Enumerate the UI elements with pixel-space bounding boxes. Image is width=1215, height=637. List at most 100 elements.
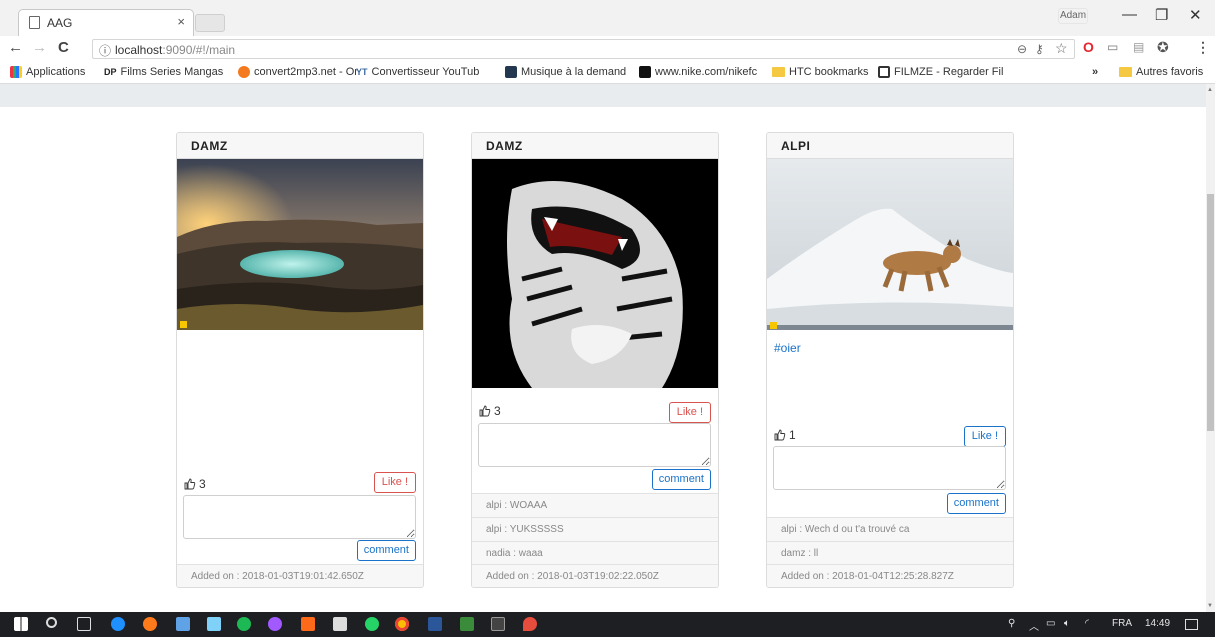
- maps-pin-icon[interactable]: [523, 617, 537, 631]
- chrome-icon[interactable]: [395, 617, 409, 631]
- like-count: 3: [184, 477, 206, 491]
- like-button[interactable]: Like !: [963, 426, 1006, 447]
- post-hashtag[interactable]: #oier: [774, 341, 801, 355]
- bookmark-htc[interactable]: HTC bookmarks: [772, 66, 868, 78]
- forward-icon[interactable]: →: [32, 39, 47, 56]
- bookmark-yt-converter[interactable]: YT Convertisseur YouTub: [356, 66, 479, 78]
- bookmark-applications[interactable]: Applications: [10, 66, 85, 78]
- lynx-snow-image: [767, 159, 1013, 330]
- word-icon[interactable]: [428, 617, 442, 631]
- volcano-crater-lake-image: [177, 159, 423, 330]
- page-header-strip: [0, 84, 1206, 107]
- tab-title: AAG: [47, 16, 73, 30]
- like-count: 1: [774, 428, 796, 442]
- film-icon: [878, 66, 890, 78]
- bookmark-other[interactable]: Autres favoris: [1119, 66, 1203, 78]
- scroll-up-icon[interactable]: ▲: [1207, 87, 1213, 93]
- file-explorer-icon[interactable]: [176, 617, 190, 631]
- comment-item: alpi : Wech d ou t'a trouvé ca: [767, 517, 1013, 541]
- star-icon[interactable]: ☆: [1055, 40, 1068, 57]
- people-icon[interactable]: ⚲: [1008, 618, 1015, 629]
- media-player-icon[interactable]: [301, 617, 315, 631]
- post-image: [767, 159, 1013, 330]
- bookmarks-bar: Applications DP Films Series Mangas conv…: [0, 62, 1215, 84]
- whatsapp-icon[interactable]: [365, 617, 379, 631]
- extension-gear-icon[interactable]: ✪: [1157, 39, 1169, 56]
- tab-close-icon[interactable]: ×: [177, 14, 185, 29]
- comment-input[interactable]: [478, 423, 711, 467]
- bookmark-music[interactable]: Musique à la demand: [505, 66, 626, 78]
- folder-icon: [772, 67, 785, 77]
- apps-grid-icon: [10, 66, 22, 78]
- firefox-icon[interactable]: [143, 617, 157, 631]
- reload-icon[interactable]: C: [58, 39, 69, 56]
- profile-button[interactable]: Adam: [1058, 8, 1088, 24]
- zoom-icon[interactable]: ⊖: [1017, 42, 1027, 56]
- app-icon[interactable]: [460, 617, 474, 631]
- bookmark-convert2mp3[interactable]: convert2mp3.net - Or: [238, 66, 358, 78]
- comment-input[interactable]: [773, 446, 1006, 490]
- minimize-icon[interactable]: —: [1122, 6, 1137, 23]
- thumbs-up-icon: [774, 429, 786, 441]
- url-text: localhost:9090/#!/main: [115, 43, 236, 57]
- store-icon[interactable]: [207, 617, 221, 631]
- extension-icon[interactable]: ▤: [1133, 40, 1144, 54]
- spotify-icon[interactable]: [237, 617, 251, 631]
- scrollbar-thumb[interactable]: [1207, 194, 1214, 431]
- comment-item: nadia : waaa: [472, 541, 718, 565]
- page-viewport: DAMZ 3 Like ! comment Added on: 2018-01…: [0, 84, 1206, 612]
- comment-button[interactable]: comment: [356, 540, 416, 561]
- browser-tab[interactable]: AAG ×: [18, 9, 194, 36]
- key-icon[interactable]: ⚷: [1035, 42, 1044, 56]
- like-button[interactable]: Like !: [373, 472, 416, 493]
- maximize-icon[interactable]: ❐: [1155, 6, 1168, 24]
- convert2mp3-icon: [238, 66, 250, 78]
- new-tab-button[interactable]: [195, 14, 225, 32]
- info-icon[interactable]: ⓘ: [99, 42, 111, 59]
- bookmark-filmze[interactable]: FILMZE - Regarder Fil: [878, 66, 1003, 78]
- viber-icon[interactable]: [268, 617, 282, 631]
- post-author: ALPI: [767, 133, 1013, 159]
- post-card: ALPI #oier 1 Like ! comment alpi: Wech …: [766, 132, 1014, 588]
- scroll-down-icon[interactable]: ▼: [1207, 603, 1213, 609]
- close-window-icon[interactable]: ✕: [1189, 6, 1202, 24]
- search-icon[interactable]: [46, 617, 57, 628]
- roaring-tiger-image: [472, 159, 718, 388]
- battery-icon[interactable]: ▭: [1046, 618, 1055, 629]
- volume-icon[interactable]: 🔈︎: [1064, 618, 1070, 629]
- opera-extension-icon[interactable]: O: [1083, 39, 1094, 55]
- terminal-icon[interactable]: [491, 617, 505, 631]
- mail-icon[interactable]: [333, 617, 347, 631]
- like-button[interactable]: Like !: [668, 402, 711, 423]
- bookmark-nike[interactable]: www.nike.com/nikefc: [639, 66, 757, 78]
- menu-icon[interactable]: ⋮: [1196, 39, 1210, 56]
- comment-item: alpi : WOAAA: [472, 493, 718, 517]
- edge-icon[interactable]: [111, 617, 125, 631]
- browser-titlebar: AAG × Adam — ❐ ✕: [0, 0, 1215, 36]
- post-card: DAMZ 3 Like ! comment Added on: 2018-01…: [176, 132, 424, 588]
- comment-item: alpi : YUKSSSSS: [472, 517, 718, 541]
- back-icon[interactable]: ←: [8, 39, 23, 56]
- cast-icon[interactable]: ▭: [1107, 40, 1118, 54]
- post-timestamp: Added on : 2018-01-03T19:01:42.650Z: [177, 564, 423, 587]
- chevron-up-icon[interactable]: ︿: [1029, 618, 1039, 633]
- thumbs-up-icon: [184, 478, 196, 490]
- like-count: 3: [479, 404, 501, 418]
- dp-icon: DP: [104, 67, 117, 77]
- post-timestamp: Added on : 2018-01-04T12:25:28.827Z: [767, 564, 1013, 587]
- page-scrollbar[interactable]: ▲ ▼: [1206, 84, 1215, 612]
- post-author: DAMZ: [472, 133, 718, 159]
- task-view-icon[interactable]: [77, 617, 91, 631]
- address-bar[interactable]: ⓘ localhost:9090/#!/main ⊖ ⚷ ☆: [92, 39, 1075, 59]
- comment-button[interactable]: comment: [946, 493, 1006, 514]
- comment-button[interactable]: comment: [651, 469, 711, 490]
- comment-item: damz : ll: [767, 541, 1013, 565]
- windows-start-icon[interactable]: [14, 617, 28, 631]
- clock[interactable]: 14:49: [1145, 618, 1170, 629]
- bookmark-films[interactable]: DP Films Series Mangas: [104, 66, 223, 78]
- language-indicator[interactable]: FRA: [1112, 618, 1132, 629]
- more-bookmarks-button[interactable]: »: [1092, 66, 1098, 78]
- wifi-icon[interactable]: ◜: [1085, 618, 1089, 629]
- comment-input[interactable]: [183, 495, 416, 539]
- notifications-icon[interactable]: [1185, 619, 1198, 630]
